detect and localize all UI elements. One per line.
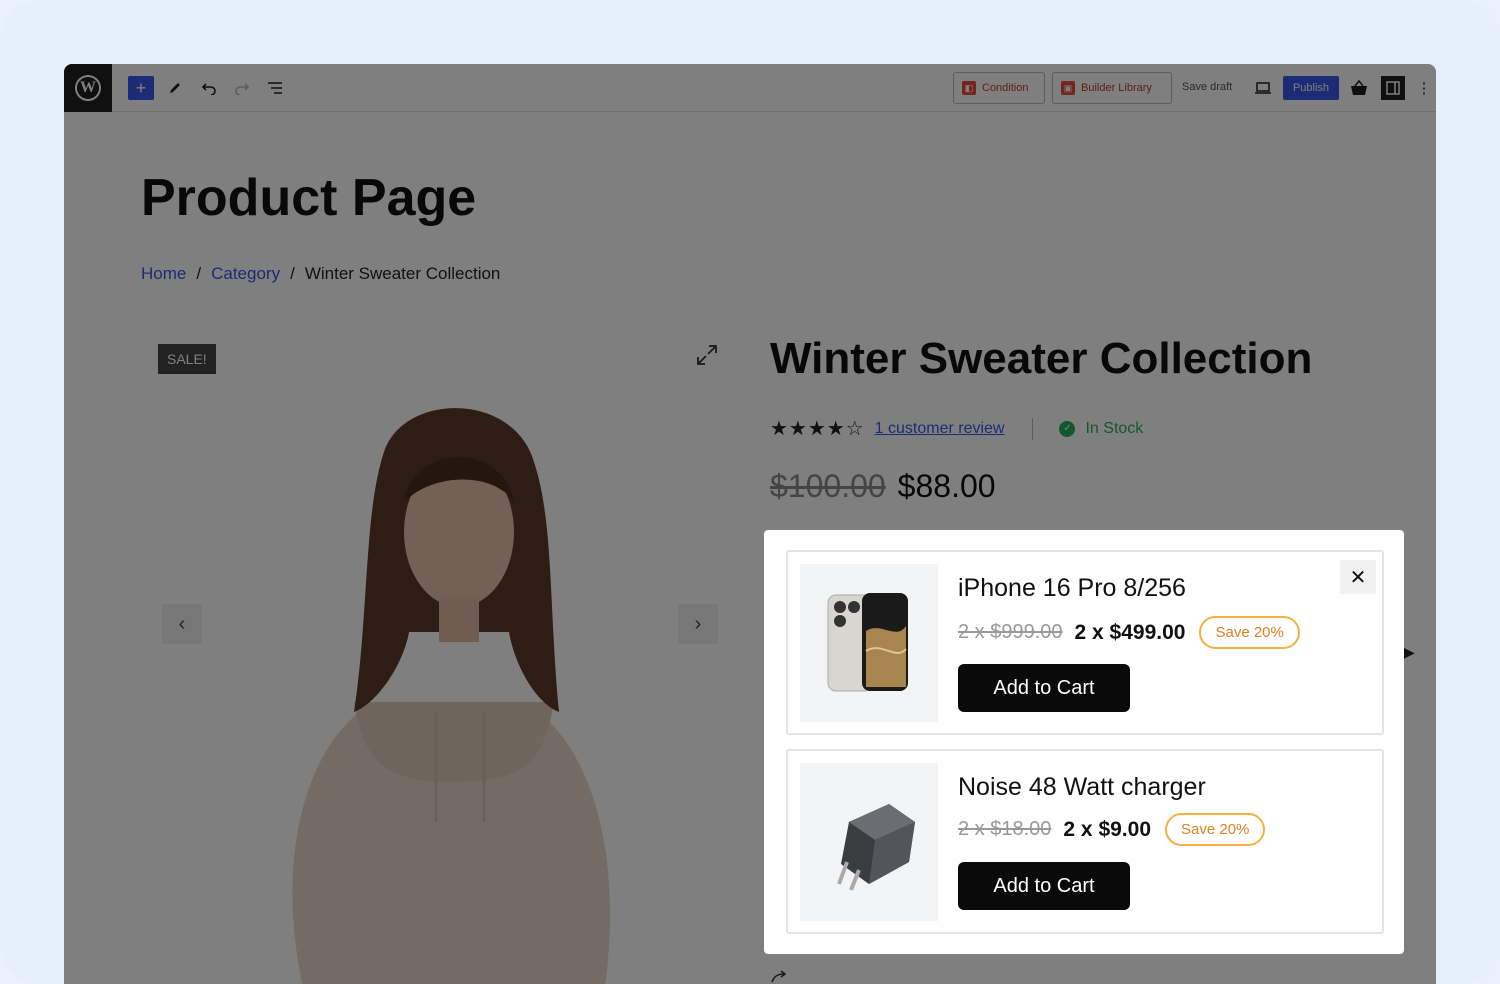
upsell-new-price: 2 x $499.00 (1074, 620, 1186, 644)
add-to-cart-button[interactable]: Add to Cart (958, 862, 1130, 910)
add-to-cart-button[interactable]: Add to Cart (958, 664, 1130, 712)
upsell-new-price: 2 x $9.00 (1063, 817, 1152, 841)
upsell-card: Noise 48 Watt charger 2 x $18.00 2 x $9.… (786, 749, 1384, 934)
upsell-old-price: 2 x $18.00 (958, 818, 1052, 840)
close-popup-button[interactable]: ✕ (1340, 560, 1376, 594)
app-background: W + ◧ Condition ▣ Builder Library (0, 0, 1500, 984)
upsell-product-name: Noise 48 Watt charger (958, 773, 1206, 801)
upsell-card: iPhone 16 Pro 8/256 2 x $999.00 2 x $499… (786, 550, 1384, 735)
upsell-price-row: 2 x $999.00 2 x $499.00 Save 20% (958, 616, 1300, 649)
upsell-product-name: iPhone 16 Pro 8/256 (958, 574, 1186, 602)
editor-window: W + ◧ Condition ▣ Builder Library (64, 64, 1436, 984)
iphone-image (827, 593, 908, 692)
product-thumbnail (800, 564, 938, 722)
product-thumbnail (800, 763, 938, 921)
upsell-price-row: 2 x $18.00 2 x $9.00 Save 20% (958, 813, 1266, 846)
caret-right-icon: ▶ (1404, 644, 1415, 660)
save-badge: Save 20% (1199, 616, 1300, 649)
charger-image (837, 804, 915, 891)
save-badge: Save 20% (1165, 813, 1266, 846)
upsell-old-price: 2 x $999.00 (958, 621, 1063, 643)
upsell-popup: iPhone 16 Pro 8/256 2 x $999.00 2 x $499… (764, 530, 1404, 954)
